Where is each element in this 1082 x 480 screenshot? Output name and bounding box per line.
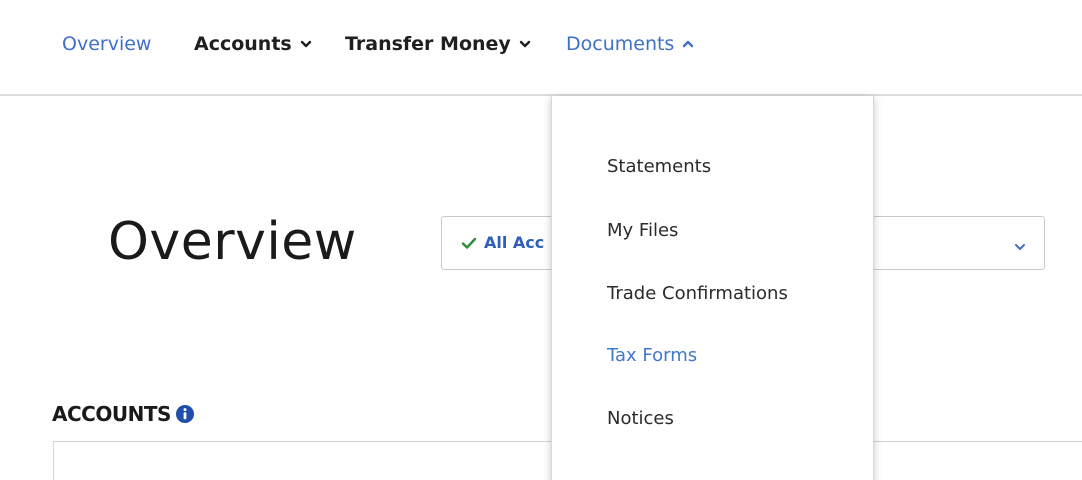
menu-item-notices[interactable]: Notices <box>607 407 674 431</box>
chevron-down-icon <box>300 38 312 50</box>
check-icon <box>461 235 477 251</box>
menu-item-trade-confirmations[interactable]: Trade Confirmations <box>607 282 788 306</box>
menu-item-statements[interactable]: Statements <box>607 155 711 179</box>
documents-dropdown-menu: Statements My Files Trade Confirmations … <box>551 96 874 480</box>
account-select-value: All Acc <box>484 233 545 252</box>
nav-item-label: Transfer Money <box>345 33 511 55</box>
page: Overview Accounts Transfer Money Documen… <box>0 0 1082 480</box>
nav-item-documents[interactable]: Documents <box>566 31 694 57</box>
info-icon[interactable] <box>175 404 195 424</box>
top-navigation: Overview Accounts Transfer Money Documen… <box>0 0 1082 96</box>
menu-item-tax-forms[interactable]: Tax Forms <box>607 344 697 368</box>
page-title: Overview <box>108 212 357 272</box>
nav-item-label: Documents <box>566 33 675 55</box>
nav-item-label: Overview <box>62 33 152 55</box>
nav-item-overview[interactable]: Overview <box>62 31 151 57</box>
menu-item-my-files[interactable]: My Files <box>607 219 678 243</box>
chevron-down-icon <box>519 38 531 50</box>
nav-item-label: Accounts <box>194 33 292 55</box>
nav-item-transfer-money[interactable]: Transfer Money <box>345 31 531 57</box>
accounts-heading-label: ACCOUNTS <box>52 402 171 426</box>
chevron-down-icon <box>1014 238 1026 250</box>
chevron-up-icon <box>682 38 694 50</box>
accounts-heading: ACCOUNTS <box>52 401 195 427</box>
nav-item-accounts[interactable]: Accounts <box>194 31 312 57</box>
